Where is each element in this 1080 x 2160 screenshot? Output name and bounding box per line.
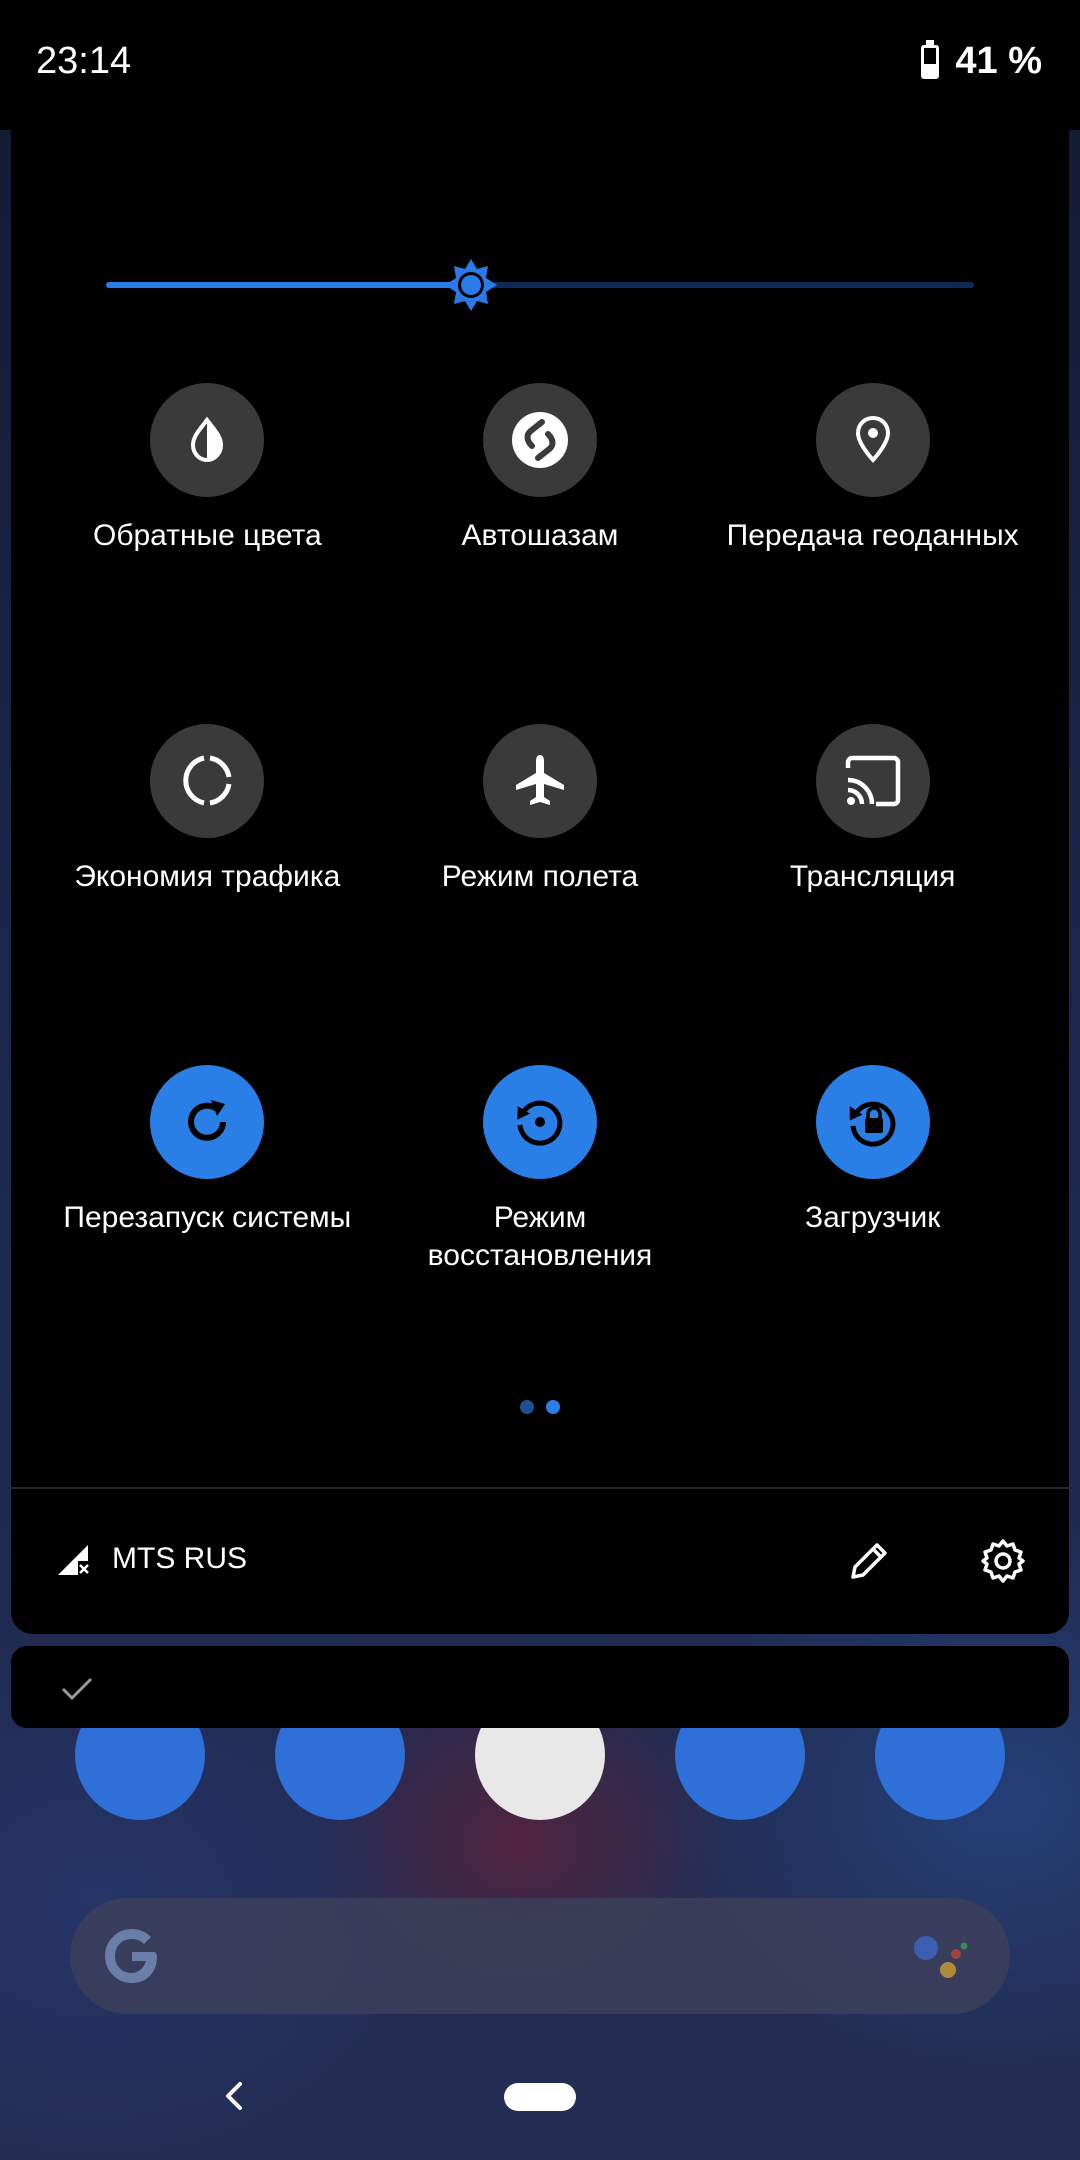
back-icon[interactable] bbox=[216, 2078, 252, 2114]
recovery-icon[interactable] bbox=[482, 1065, 597, 1179]
pencil-icon[interactable] bbox=[847, 1539, 891, 1583]
notification-bar[interactable] bbox=[11, 1646, 1069, 1728]
tile-label: Экономия трафика bbox=[74, 860, 341, 893]
tile-cast[interactable]: Трансляция bbox=[706, 724, 1039, 1065]
tile-label: Загрузчик bbox=[804, 1201, 941, 1234]
assistant-icon[interactable] bbox=[910, 1930, 970, 1986]
carrier-info: MTS RUS bbox=[56, 1541, 247, 1577]
check-icon bbox=[61, 1677, 93, 1701]
tile-label: Трансляция bbox=[789, 860, 956, 893]
battery-percent: 41 % bbox=[955, 40, 1042, 82]
tile-recovery[interactable]: Режим восстановления bbox=[374, 1065, 707, 1406]
brightness-fill bbox=[106, 282, 471, 288]
gear-icon[interactable] bbox=[979, 1537, 1027, 1585]
google-logo-icon bbox=[105, 1929, 157, 1983]
airplane-icon[interactable] bbox=[482, 724, 597, 838]
page-indicator bbox=[11, 1400, 1069, 1414]
page-dot[interactable] bbox=[546, 1400, 560, 1414]
tile-label: Перезапуск системы bbox=[63, 1201, 352, 1234]
battery-fill bbox=[924, 64, 937, 76]
brightness-slider[interactable] bbox=[106, 259, 974, 311]
status-right: 41 % bbox=[921, 39, 1042, 83]
shazam-icon[interactable] bbox=[482, 383, 597, 497]
bootloader-lock-icon[interactable] bbox=[815, 1065, 930, 1179]
tile-airplane[interactable]: Режим полета bbox=[374, 724, 707, 1065]
quick-settings-panel: Обратные цвета Автошазам Передача геоданны… bbox=[11, 100, 1069, 1634]
brightness-icon[interactable] bbox=[443, 257, 499, 313]
cast-icon[interactable] bbox=[815, 724, 930, 838]
tile-shazam[interactable]: Автошазам bbox=[374, 383, 707, 724]
tile-label: Передача геоданных bbox=[726, 519, 1019, 552]
tiles-grid: Обратные цвета Автошазам Передача геоданны… bbox=[11, 383, 1069, 1406]
signal-no-data-icon bbox=[58, 1545, 89, 1575]
tile-bootloader-lock[interactable]: Загрузчик bbox=[706, 1065, 1039, 1406]
tile-location-pin[interactable]: Передача геоданных bbox=[706, 383, 1039, 724]
restart-icon[interactable] bbox=[150, 1065, 265, 1179]
location-pin-icon[interactable] bbox=[815, 383, 930, 497]
tile-invert-colors[interactable]: Обратные цвета bbox=[41, 383, 374, 724]
data-saver-icon[interactable] bbox=[150, 724, 265, 838]
qs-footer: MTS RUS bbox=[11, 1489, 1069, 1634]
battery-icon bbox=[921, 39, 940, 79]
carrier-name: MTS RUS bbox=[112, 1542, 247, 1575]
tile-label: Режим полета bbox=[441, 860, 639, 893]
invert-colors-icon[interactable] bbox=[150, 383, 265, 497]
home-button[interactable] bbox=[504, 2083, 576, 2111]
tile-label: Автошазам bbox=[461, 519, 619, 552]
tile-data-saver[interactable]: Экономия трафика bbox=[41, 724, 374, 1065]
tile-label: Режим восстановления bbox=[427, 1201, 653, 1272]
google-search-bar[interactable] bbox=[70, 1898, 1010, 2014]
tile-label: Обратные цвета bbox=[92, 519, 322, 552]
page-dot[interactable] bbox=[520, 1400, 534, 1414]
clock: 23:14 bbox=[36, 40, 132, 82]
tile-restart[interactable]: Перезапуск системы bbox=[41, 1065, 374, 1406]
